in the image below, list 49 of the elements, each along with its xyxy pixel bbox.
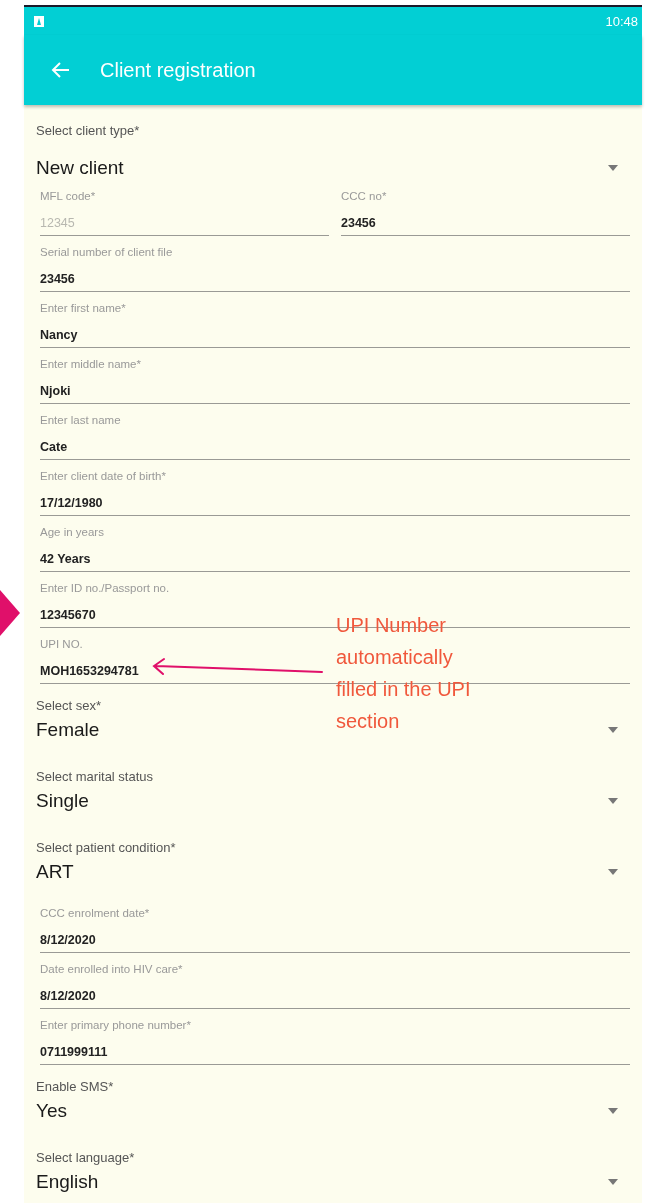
dropdown-value[interactable]: Yes (36, 1099, 67, 1123)
screen-title: Client registration (100, 58, 256, 82)
field-label: CCC no* (341, 189, 387, 204)
field-label: Enter middle name* (40, 357, 141, 372)
caret-icon[interactable] (608, 869, 618, 875)
field-value: 42 Years (40, 551, 91, 567)
arrow-icon (150, 657, 324, 677)
field-label: CCC enrolment date* (40, 906, 150, 921)
dropdown-value[interactable]: Female (36, 718, 100, 742)
field-label: Enter last name (40, 413, 121, 428)
field-label: Enter ID no./Passport no. (40, 581, 170, 596)
dropdown-value[interactable]: ART (36, 860, 74, 884)
field-value: 12345 (40, 215, 75, 231)
field-value: 12345670 (40, 607, 96, 623)
field-label: Enter client date of birth* (40, 469, 166, 484)
field-value: Cate (40, 439, 68, 455)
dropdown-label: Enable SMS* (36, 1079, 114, 1095)
caret-icon[interactable] (608, 727, 618, 733)
dropdown-value[interactable]: English (36, 1170, 99, 1194)
field-value: Njoki (40, 383, 71, 399)
field-value: 17/12/1980 (40, 495, 103, 511)
dropdown-value[interactable]: Single (36, 789, 89, 813)
field-value: 8/12/2020 (40, 932, 96, 948)
dropdown-label: Select sex* (36, 698, 102, 714)
caret-icon[interactable] (608, 165, 618, 171)
field-value: 0711999111 (40, 1044, 108, 1060)
dropdown-label: Select marital status (36, 769, 154, 785)
field-value: 23456 (341, 215, 376, 231)
field-label: UPI NO. (40, 637, 83, 652)
pointer-icon (0, 590, 20, 636)
field-value: 23456 (40, 271, 75, 287)
field-value: 8/12/2020 (40, 988, 96, 1004)
caret-icon[interactable] (608, 798, 618, 804)
dropdown-label: Select language* (36, 1150, 135, 1166)
caret-icon[interactable] (608, 1108, 618, 1114)
field-label: Date enrolled into HIV care* (40, 962, 183, 977)
field-label: Enter primary phone number* (40, 1018, 191, 1033)
dropdown-label: Select client type* (36, 123, 140, 139)
field-label: Age in years (40, 525, 104, 540)
dropdown-label: Select patient condition* (36, 840, 176, 856)
field-value: Nancy (40, 327, 78, 343)
dropdown-value[interactable]: New client (36, 156, 124, 180)
field-value: MOH1653294781 (40, 663, 139, 679)
notification-icon (34, 15, 44, 27)
field-label: Enter first name* (40, 301, 126, 316)
field-label: MFL code* (40, 189, 96, 204)
status-time: 10:48 (605, 13, 638, 29)
field-label: Serial number of client file (40, 245, 173, 260)
caret-icon[interactable] (608, 1179, 618, 1185)
